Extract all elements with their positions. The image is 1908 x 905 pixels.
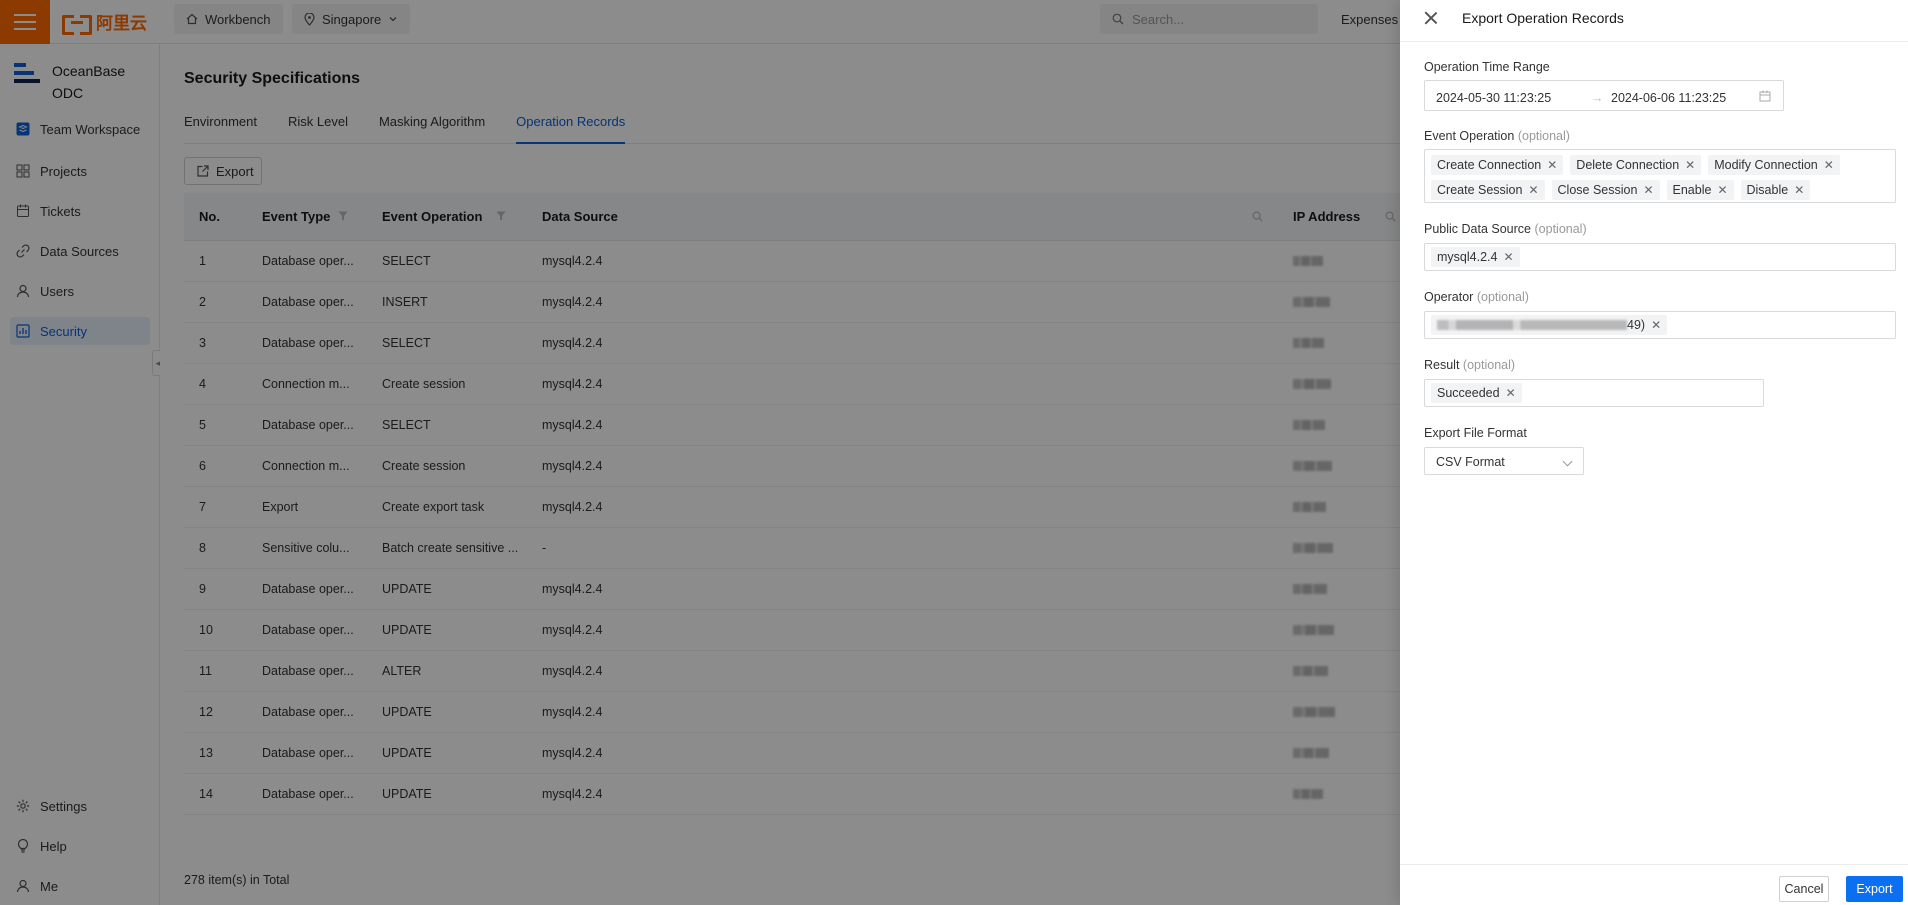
result-multiselect[interactable]: Succeeded ✕ — [1424, 379, 1764, 407]
chevron-down-icon — [1562, 456, 1573, 467]
end-date-value[interactable]: 2024-06-06 11:23:25 — [1611, 91, 1726, 105]
event-operation-tag: Disable ✕ — [1740, 180, 1811, 200]
event-operation-tag: Create Session ✕ — [1431, 180, 1545, 200]
public-data-source-multiselect[interactable]: mysql4.2.4 ✕ — [1424, 243, 1896, 271]
result-tag: Succeeded ✕ — [1431, 383, 1522, 403]
tag-label: Create Session — [1437, 183, 1523, 197]
time-range-picker[interactable]: 2024-05-30 11:23:25 → 2024-06-06 11:23:2… — [1424, 80, 1784, 111]
tag-label: Disable — [1746, 183, 1789, 197]
event-operation-tags: Create Connection ✕ Delete Connection ✕ Modi… — [1425, 150, 1895, 205]
export-format-select[interactable]: CSV Format — [1424, 447, 1584, 475]
close-icon[interactable]: ✕ — [1528, 183, 1538, 197]
start-date-value[interactable]: 2024-05-30 11:23:25 — [1436, 91, 1551, 105]
modal-overlay[interactable] — [0, 0, 1400, 905]
tag-label: Create Connection — [1437, 158, 1542, 172]
event-operation-tag: Create Connection ✕ — [1431, 155, 1564, 175]
event-operation-tag: Close Session ✕ — [1551, 180, 1660, 200]
export-submit-button[interactable]: Export — [1846, 876, 1903, 902]
export-format-value: CSV Format — [1436, 455, 1505, 469]
close-icon[interactable]: ✕ — [1503, 250, 1513, 264]
cancel-button[interactable]: Cancel — [1779, 876, 1829, 902]
event-operation-tag: Enable ✕ — [1666, 180, 1734, 200]
tag-label: Enable — [1672, 183, 1712, 197]
event-operation-tag: Delete Connection ✕ — [1570, 155, 1702, 175]
data-source-tag: mysql4.2.4 ✕ — [1431, 247, 1520, 267]
tag-label: Succeeded — [1437, 386, 1500, 400]
event-operation-tag: Modify Connection ✕ — [1708, 155, 1840, 175]
export-format-label: Export File Format — [1424, 426, 1527, 440]
time-range-label: Operation Time Range — [1424, 60, 1550, 74]
drawer-header: Export Operation Records — [1400, 0, 1908, 42]
operator-label: Operator (optional) — [1424, 290, 1529, 304]
close-icon[interactable]: ✕ — [1651, 318, 1661, 332]
calendar-icon — [1759, 90, 1771, 102]
event-operation-label: Event Operation (optional) — [1424, 129, 1570, 143]
close-icon[interactable]: ✕ — [1547, 158, 1557, 172]
public-data-source-label: Public Data Source (optional) — [1424, 222, 1587, 236]
range-separator: → — [1591, 91, 1604, 105]
operator-suffix: 49) — [1627, 318, 1646, 332]
close-icon[interactable]: ✕ — [1717, 183, 1727, 197]
drawer-title: Export Operation Records — [1462, 10, 1624, 26]
close-icon[interactable] — [1424, 11, 1438, 25]
tag-label: Modify Connection — [1714, 158, 1818, 172]
export-drawer: Export Operation Records Operation Time … — [1400, 0, 1908, 905]
close-icon[interactable]: ✕ — [1643, 183, 1653, 197]
result-label: Result (optional) — [1424, 358, 1516, 372]
tag-label: Close Session — [1557, 183, 1638, 197]
event-operation-multiselect[interactable]: Create Connection ✕ Delete Connection ✕ Modi… — [1424, 149, 1896, 203]
redacted-operator-name — [1437, 320, 1627, 330]
drawer-footer: Cancel Export — [1400, 864, 1908, 905]
operator-multiselect[interactable]: 49) ✕ — [1424, 311, 1896, 339]
close-icon[interactable]: ✕ — [1824, 158, 1834, 172]
close-icon[interactable]: ✕ — [1506, 386, 1516, 400]
close-icon[interactable]: ✕ — [1685, 158, 1695, 172]
close-icon[interactable]: ✕ — [1794, 183, 1804, 197]
tag-label: Delete Connection — [1576, 158, 1680, 172]
operator-tag: 49) ✕ — [1431, 315, 1668, 335]
tag-label: mysql4.2.4 — [1437, 250, 1498, 264]
